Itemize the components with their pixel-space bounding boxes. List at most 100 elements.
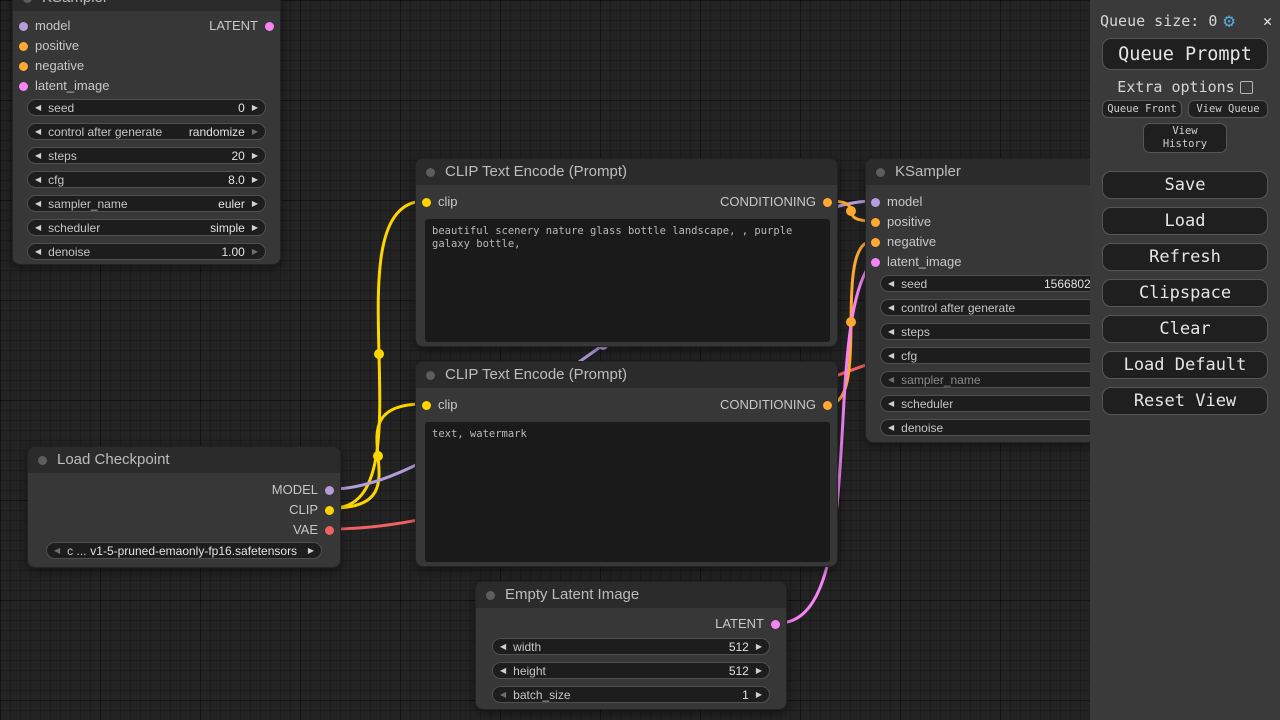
increment-arrow-icon[interactable]: ▶ bbox=[252, 100, 258, 115]
increment-arrow-icon[interactable]: ▶ bbox=[756, 687, 762, 702]
refresh-button[interactable]: Refresh bbox=[1102, 243, 1268, 271]
slot-dot-conditioning[interactable] bbox=[823, 198, 832, 207]
slot-dot-latent-out[interactable] bbox=[265, 22, 274, 31]
collapse-dot-icon[interactable] bbox=[38, 456, 47, 465]
node-empty-latent-image[interactable]: Empty Latent Image LATENT ◀width512▶ ◀he… bbox=[475, 581, 787, 710]
widget-control-after-generate[interactable]: ◀control after generaterandomize bbox=[880, 299, 1120, 316]
decrement-arrow-icon[interactable]: ◀ bbox=[500, 663, 506, 678]
increment-arrow-icon[interactable]: ▶ bbox=[252, 196, 258, 211]
node-load-checkpoint[interactable]: Load Checkpoint MODEL CLIP VAE ◀c ...v1-… bbox=[27, 446, 341, 568]
input-slot-clip[interactable]: clip bbox=[422, 395, 458, 415]
next-arrow-icon[interactable]: ▶ bbox=[308, 543, 314, 558]
close-icon[interactable]: ✕ bbox=[1263, 12, 1272, 30]
slot-dot-negative[interactable] bbox=[19, 62, 28, 71]
view-history-button[interactable]: ViewHistory bbox=[1143, 123, 1227, 153]
decrement-arrow-icon[interactable]: ◀ bbox=[35, 148, 41, 163]
node-clip-text-encode-positive[interactable]: CLIP Text Encode (Prompt) clip CONDITION… bbox=[415, 158, 838, 347]
decrement-arrow-icon[interactable]: ◀ bbox=[888, 348, 894, 363]
decrement-arrow-icon[interactable]: ◀ bbox=[888, 372, 894, 387]
widget-seed[interactable]: ◀seed0▶ bbox=[27, 99, 266, 116]
slot-dot-clip[interactable] bbox=[422, 198, 431, 207]
widget-steps[interactable]: ◀steps20▶ bbox=[27, 147, 266, 164]
input-slot-model[interactable]: model bbox=[871, 192, 922, 212]
input-slot-positive[interactable]: positive bbox=[871, 212, 931, 232]
collapse-dot-icon[interactable] bbox=[426, 371, 435, 380]
node-clip-text-encode-negative[interactable]: CLIP Text Encode (Prompt) clip CONDITION… bbox=[415, 361, 838, 567]
decrement-arrow-icon[interactable]: ◀ bbox=[35, 172, 41, 187]
decrement-arrow-icon[interactable]: ◀ bbox=[500, 639, 506, 654]
queue-prompt-button[interactable]: Queue Prompt bbox=[1102, 38, 1268, 70]
save-button[interactable]: Save bbox=[1102, 171, 1268, 199]
decrement-arrow-icon[interactable]: ◀ bbox=[35, 196, 41, 211]
widget-control-after-generate[interactable]: ◀control after generaterandomize▶ bbox=[27, 123, 266, 140]
increment-arrow-icon[interactable]: ▶ bbox=[756, 663, 762, 678]
decrement-arrow-icon[interactable]: ◀ bbox=[888, 276, 894, 291]
slot-dot-clip[interactable] bbox=[422, 401, 431, 410]
node-title-bar[interactable]: Empty Latent Image bbox=[476, 582, 786, 608]
load-button[interactable]: Load bbox=[1102, 207, 1268, 235]
input-slot-model[interactable]: model bbox=[19, 16, 70, 36]
widget-height[interactable]: ◀height512▶ bbox=[492, 662, 770, 679]
input-slot-clip[interactable]: clip bbox=[422, 192, 458, 212]
decrement-arrow-icon[interactable]: ◀ bbox=[888, 420, 894, 435]
input-slot-negative[interactable]: negative bbox=[871, 232, 936, 252]
decrement-arrow-icon[interactable]: ◀ bbox=[35, 124, 41, 139]
clear-button[interactable]: Clear bbox=[1102, 315, 1268, 343]
increment-arrow-icon[interactable]: ▶ bbox=[756, 639, 762, 654]
widget-sampler-name[interactable]: ◀sampler_name bbox=[880, 371, 1120, 388]
queue-front-button[interactable]: Queue Front bbox=[1102, 100, 1182, 118]
decrement-arrow-icon[interactable]: ◀ bbox=[888, 324, 894, 339]
node-ksampler-left[interactable]: KSampler model positive negative latent_… bbox=[12, 0, 281, 265]
input-slot-positive[interactable]: positive bbox=[19, 36, 79, 56]
output-slot-latent[interactable]: LATENT bbox=[209, 16, 274, 36]
clipspace-button[interactable]: Clipspace bbox=[1102, 279, 1268, 307]
decrement-arrow-icon[interactable]: ◀ bbox=[35, 100, 41, 115]
increment-arrow-icon[interactable]: ▶ bbox=[252, 220, 258, 235]
input-slot-latent-image[interactable]: latent_image bbox=[871, 252, 961, 272]
widget-scheduler[interactable]: ◀scheduler bbox=[880, 395, 1120, 412]
collapse-dot-icon[interactable] bbox=[426, 168, 435, 177]
slot-dot-negative[interactable] bbox=[871, 238, 880, 247]
prompt-textarea[interactable]: text, watermark bbox=[425, 422, 830, 562]
view-queue-button[interactable]: View Queue bbox=[1188, 100, 1268, 118]
widget-scheduler[interactable]: ◀schedulersimple▶ bbox=[27, 219, 266, 236]
slot-dot-positive[interactable] bbox=[871, 218, 880, 227]
slot-dot-model[interactable] bbox=[871, 198, 880, 207]
slot-dot-conditioning[interactable] bbox=[823, 401, 832, 410]
load-default-button[interactable]: Load Default bbox=[1102, 351, 1268, 379]
slot-dot-latent-image[interactable] bbox=[871, 258, 880, 267]
increment-arrow-icon[interactable]: ▶ bbox=[252, 244, 258, 259]
increment-arrow-icon[interactable]: ▶ bbox=[252, 124, 258, 139]
extra-options-checkbox[interactable] bbox=[1240, 81, 1253, 94]
input-slot-latent-image[interactable]: latent_image bbox=[19, 76, 109, 96]
widget-batch-size[interactable]: ◀batch_size1▶ bbox=[492, 686, 770, 703]
node-title-bar[interactable]: Load Checkpoint bbox=[28, 447, 340, 473]
widget-steps[interactable]: ◀steps bbox=[880, 323, 1120, 340]
reset-view-button[interactable]: Reset View bbox=[1102, 387, 1268, 415]
decrement-arrow-icon[interactable]: ◀ bbox=[500, 687, 506, 702]
widget-cfg[interactable]: ◀cfg8.0▶ bbox=[27, 171, 266, 188]
collapse-dot-icon[interactable] bbox=[876, 168, 885, 177]
output-slot-vae[interactable]: VAE bbox=[293, 520, 334, 540]
widget-sampler-name[interactable]: ◀sampler_nameeuler▶ bbox=[27, 195, 266, 212]
prev-arrow-icon[interactable]: ◀ bbox=[54, 543, 60, 558]
output-slot-clip[interactable]: CLIP bbox=[289, 500, 334, 520]
slot-dot-clip[interactable] bbox=[325, 506, 334, 515]
collapse-dot-icon[interactable] bbox=[486, 591, 495, 600]
node-title-bar[interactable]: CLIP Text Encode (Prompt) bbox=[416, 362, 837, 388]
slot-dot-latent[interactable] bbox=[771, 620, 780, 629]
widget-ckpt-name[interactable]: ◀c ...v1-5-pruned-emaonly-fp16.safetenso… bbox=[46, 542, 322, 559]
widget-denoise[interactable]: ◀denoise1.00▶ bbox=[27, 243, 266, 260]
widget-seed[interactable]: ◀seed1566802087 bbox=[880, 275, 1120, 292]
widget-denoise[interactable]: ◀denoise bbox=[880, 419, 1120, 436]
settings-gear-icon[interactable]: ⚙ bbox=[1223, 10, 1234, 32]
decrement-arrow-icon[interactable]: ◀ bbox=[35, 220, 41, 235]
decrement-arrow-icon[interactable]: ◀ bbox=[35, 244, 41, 259]
slot-dot-model[interactable] bbox=[325, 486, 334, 495]
increment-arrow-icon[interactable]: ▶ bbox=[252, 172, 258, 187]
output-slot-conditioning[interactable]: CONDITIONING bbox=[720, 395, 832, 415]
slot-dot-latent-image[interactable] bbox=[19, 82, 28, 91]
decrement-arrow-icon[interactable]: ◀ bbox=[888, 300, 894, 315]
widget-width[interactable]: ◀width512▶ bbox=[492, 638, 770, 655]
widget-cfg[interactable]: ◀cfg bbox=[880, 347, 1120, 364]
